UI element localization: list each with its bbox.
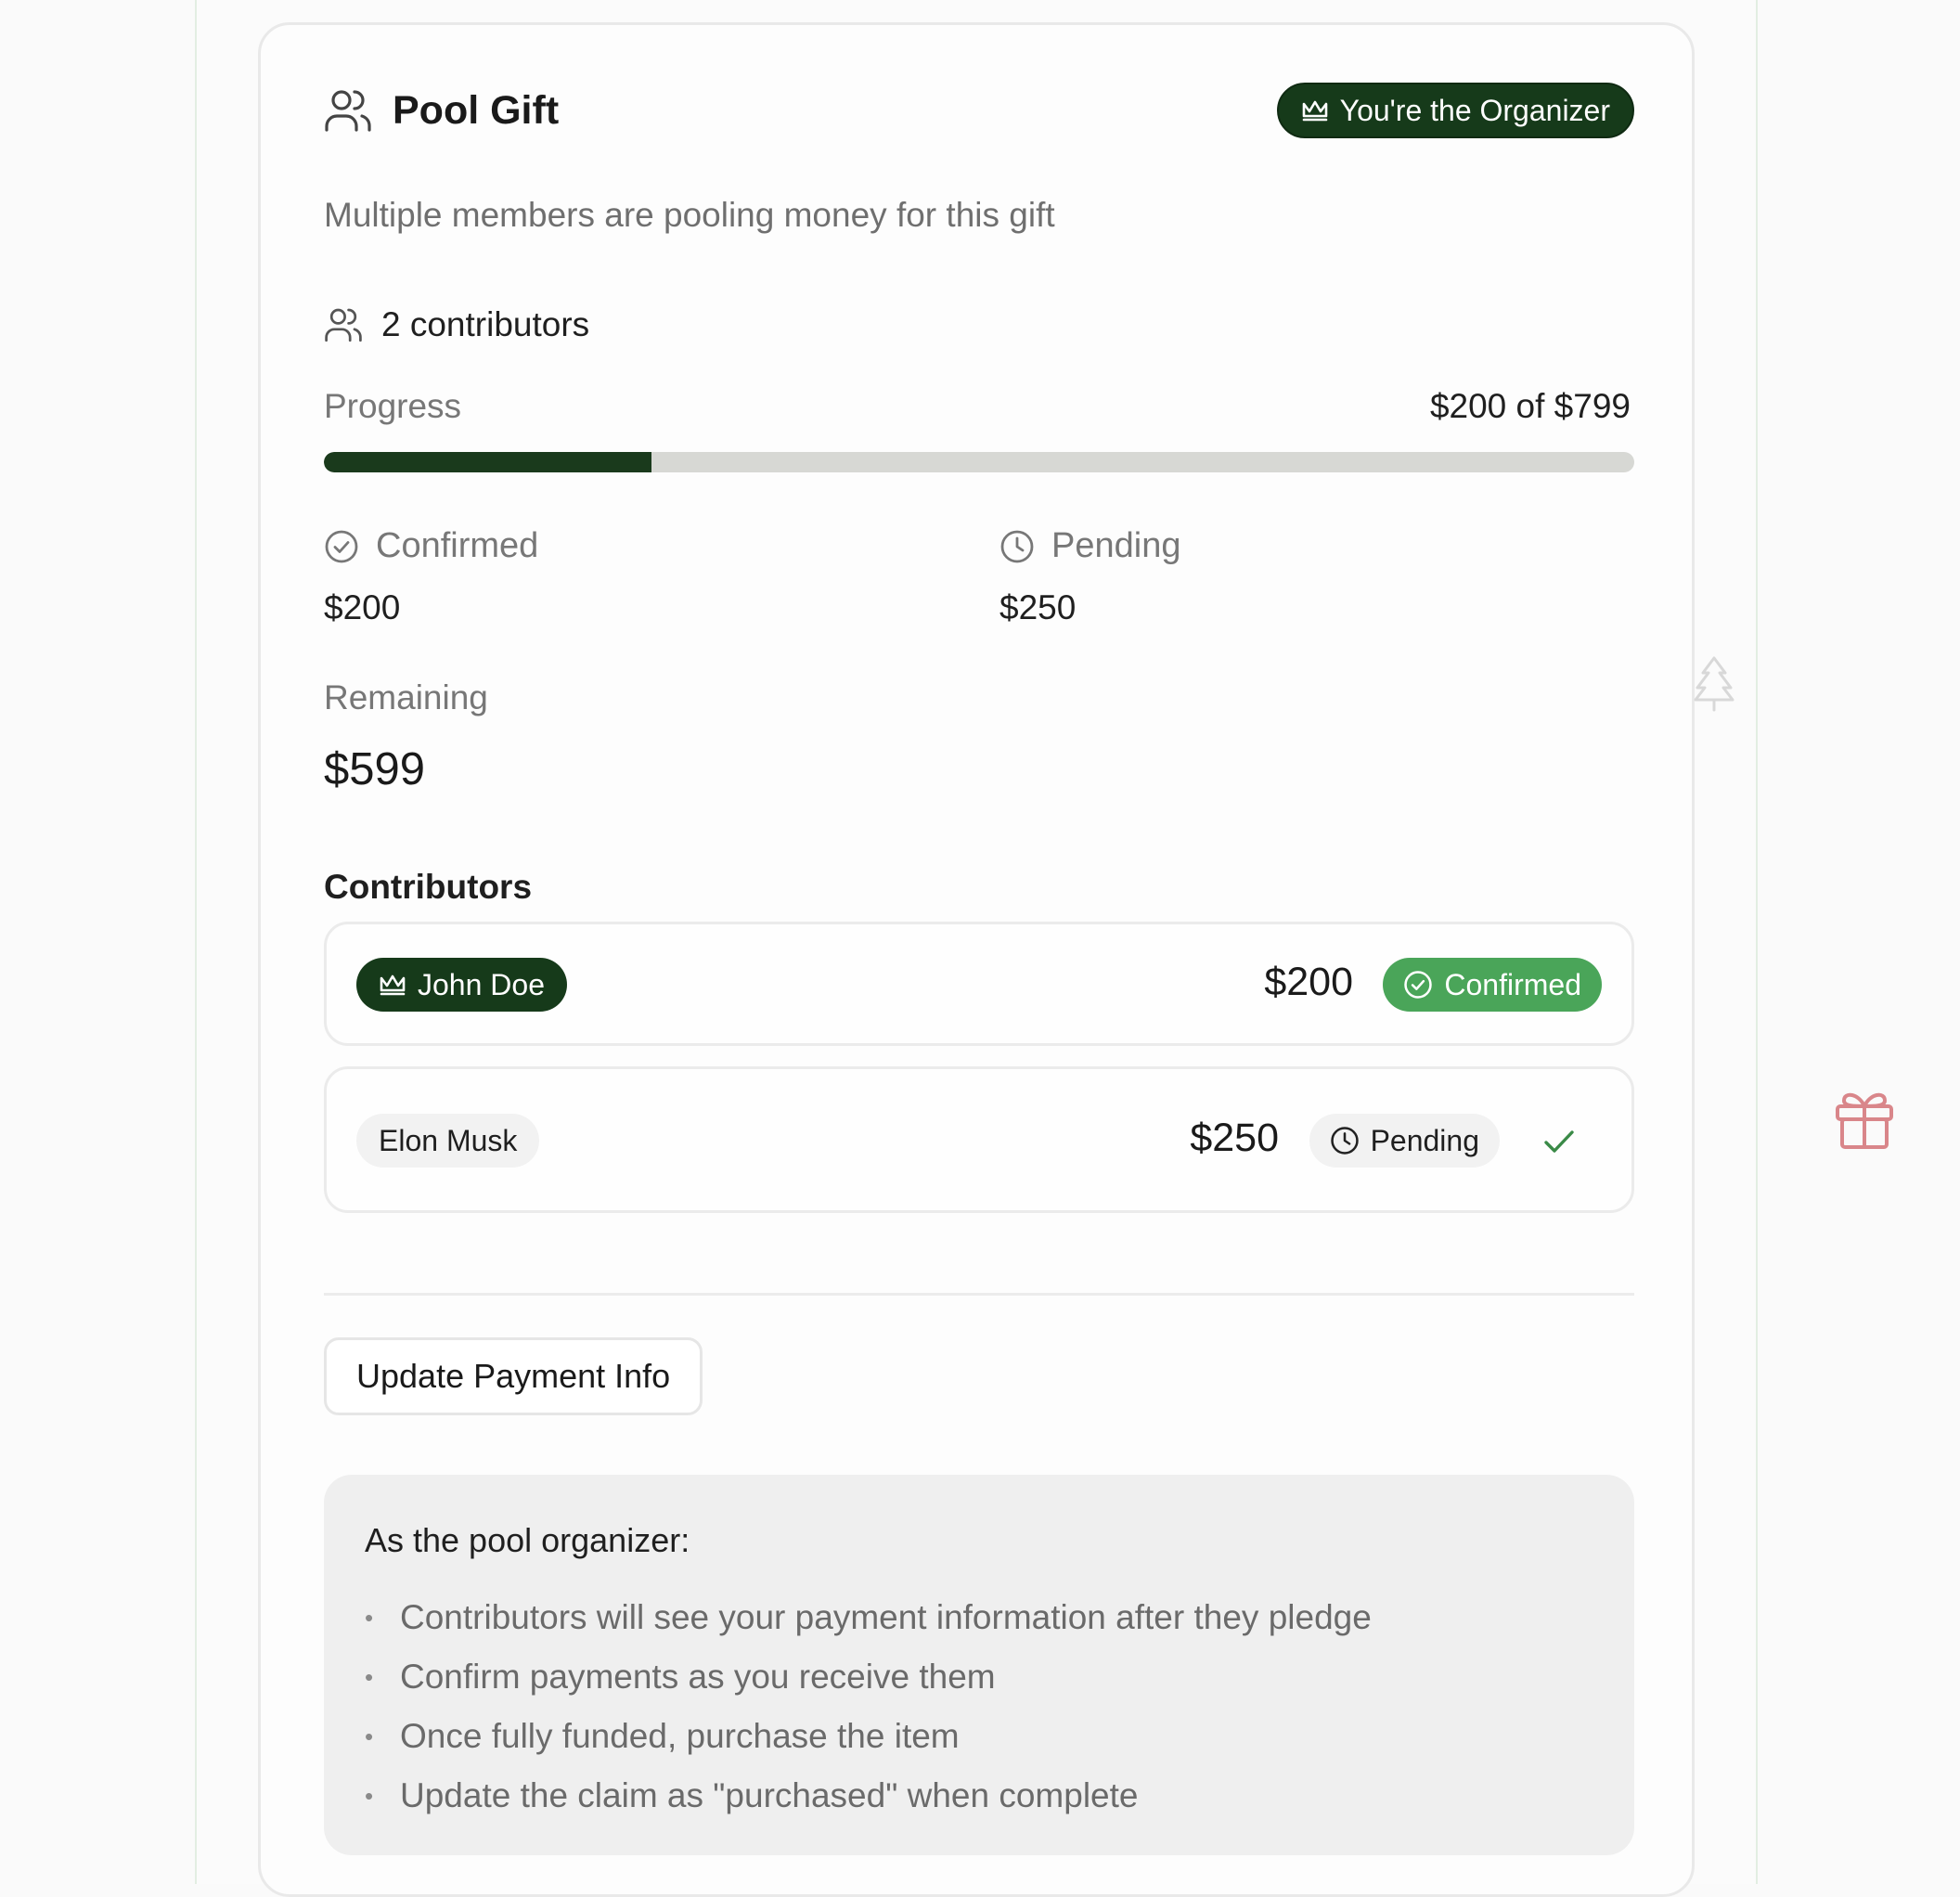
stat-pending-value: $250 — [999, 588, 1077, 626]
organizer-badge: You're the Organizer — [1276, 83, 1634, 138]
contributors-count: 2 contributors — [324, 305, 589, 344]
divider — [324, 1293, 1634, 1296]
remaining-label: Remaining — [324, 678, 488, 716]
page-title: Pool Gift — [393, 87, 560, 133]
progress-label: Progress — [324, 387, 462, 425]
title-group: Pool Gift — [324, 83, 559, 138]
progress-bar — [324, 452, 1634, 472]
organizer-info-box: As the pool organizer: • Contributors wil… — [324, 1475, 1634, 1855]
list-item: • Contributors will see your payment info… — [365, 1598, 1372, 1636]
stat-confirmed-label: Confirmed — [376, 526, 539, 565]
users-icon — [324, 87, 372, 134]
pool-gift-card: Pool Gift You're the Organizer Multiple … — [258, 22, 1695, 1897]
remaining-value: $599 — [324, 744, 426, 794]
contributor-name: Elon Musk — [379, 1123, 518, 1157]
list-item: • Once fully funded, purchase the item — [365, 1717, 960, 1755]
contributor-name-chip: John Doe — [356, 958, 567, 1012]
contributor-row: John Doe $200 Confirmed — [324, 922, 1634, 1046]
contributors-title: Contributors — [324, 868, 533, 906]
progress-amount: $200 of $799 — [1429, 387, 1631, 425]
status-badge-confirmed: Confirmed — [1383, 958, 1602, 1012]
check-circle-icon — [1403, 970, 1433, 1000]
update-payment-info-button[interactable]: Update Payment Info — [324, 1337, 703, 1415]
organizer-badge-label: You're the Organizer — [1339, 93, 1610, 127]
progress-bar-fill — [324, 452, 651, 472]
card-header: Pool Gift You're the Organizer — [324, 83, 1634, 138]
stat-pending-label: Pending — [1051, 526, 1181, 565]
clock-icon — [1330, 1126, 1360, 1155]
contributor-amount: $250 — [1190, 1116, 1279, 1160]
info-title: As the pool organizer: — [365, 1521, 690, 1559]
contributor-row: Elon Musk $250 Pending — [324, 1066, 1634, 1213]
stat-pending: Pending $250 — [999, 526, 1180, 627]
list-item: • Update the claim as "purchased" when co… — [365, 1776, 1139, 1814]
stat-confirmed-value: $200 — [324, 588, 401, 626]
contributor-name-chip: Elon Musk — [356, 1114, 540, 1168]
users-icon — [324, 306, 363, 343]
check-circle-icon — [324, 529, 359, 564]
confirm-payment-check-icon[interactable] — [1541, 1123, 1578, 1160]
crown-icon — [1301, 98, 1329, 123]
stat-confirmed: Confirmed $200 — [324, 526, 538, 627]
crown-icon — [379, 973, 406, 997]
tree-icon — [1689, 655, 1739, 713]
clock-icon — [999, 529, 1035, 564]
status-label: Confirmed — [1444, 967, 1581, 1001]
status-label: Pending — [1370, 1123, 1479, 1157]
list-item: • Confirm payments as you receive them — [365, 1658, 996, 1696]
info-list: • Contributors will see your payment info… — [365, 1588, 1372, 1826]
contributor-name: John Doe — [418, 967, 545, 1001]
subtitle: Multiple members are pooling money for t… — [324, 196, 1055, 234]
status-badge-pending: Pending — [1309, 1114, 1500, 1168]
contributors-count-label: 2 contributors — [381, 305, 590, 343]
contributor-amount: $200 — [1264, 960, 1353, 1004]
gift-icon — [1832, 1084, 1897, 1151]
